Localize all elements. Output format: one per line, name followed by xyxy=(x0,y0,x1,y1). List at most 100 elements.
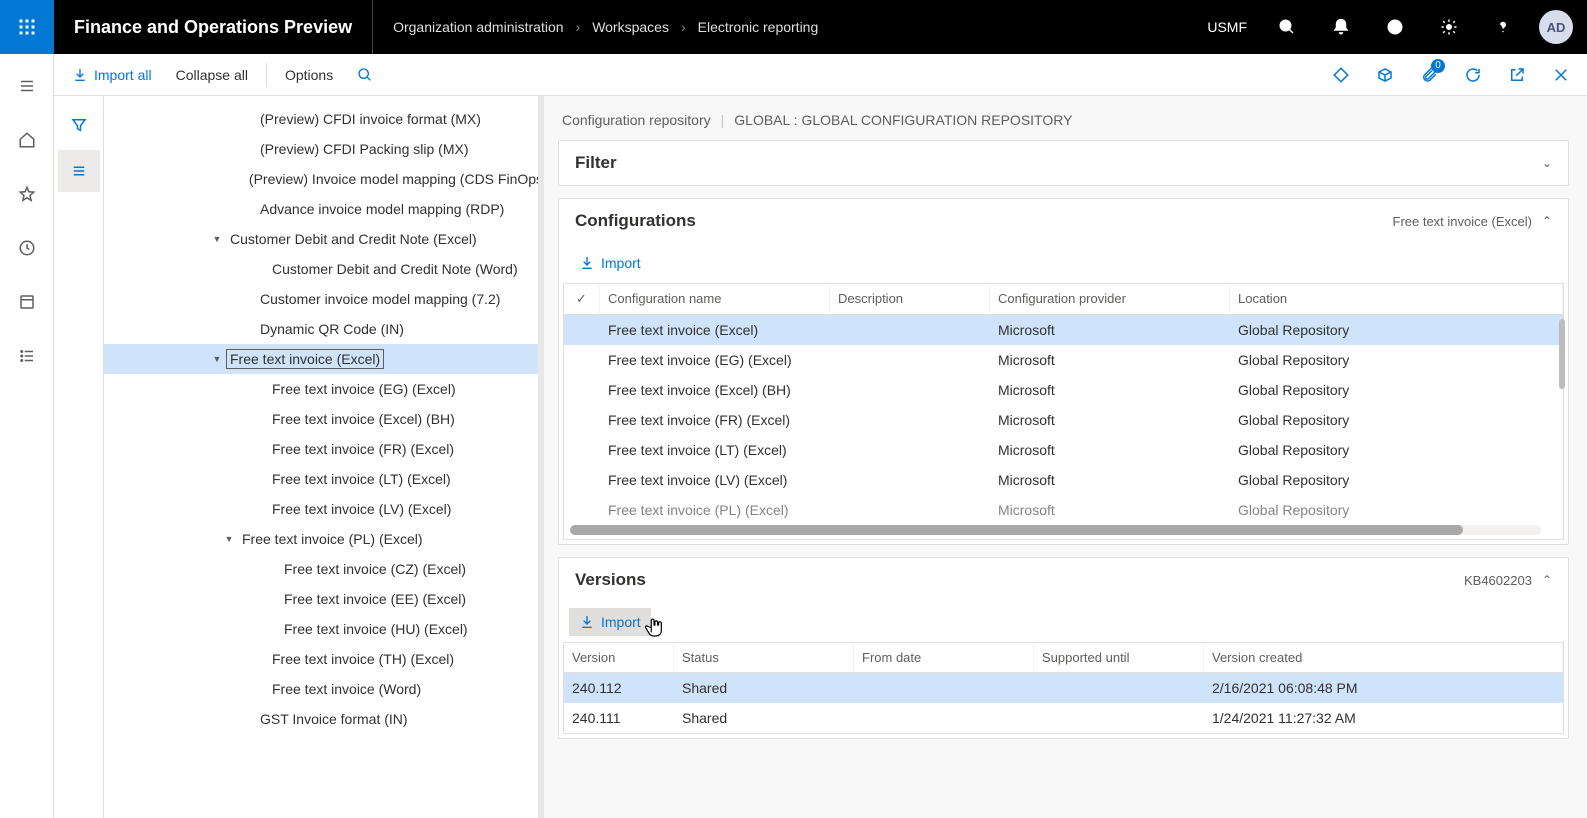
tree-item[interactable]: ▶Free text invoice (CZ) (Excel) xyxy=(104,554,538,584)
tree-item[interactable]: ▶Free text invoice (LV) (Excel) xyxy=(104,494,538,524)
tree-item[interactable]: ▶Advance invoice model mapping (RDP) xyxy=(104,194,538,224)
history-icon[interactable] xyxy=(0,228,54,268)
col-supported-until[interactable]: Supported until xyxy=(1034,643,1204,672)
table-cell xyxy=(830,495,990,525)
col-config-name[interactable]: Configuration name xyxy=(600,284,830,314)
home-icon[interactable] xyxy=(0,120,54,160)
tree-item[interactable]: ▶(Preview) CFDI invoice format (MX) xyxy=(104,104,538,134)
search-icon[interactable] xyxy=(1265,0,1309,54)
tree-item[interactable]: ▶Free text invoice (HU) (Excel) xyxy=(104,614,538,644)
tree-item[interactable]: ▶Free text invoice (EE) (Excel) xyxy=(104,584,538,614)
filter-panel-header[interactable]: Filter ⌄ xyxy=(559,141,1568,185)
versions-panel-header[interactable]: Versions KB4602203 ⌃ xyxy=(559,558,1568,602)
table-row[interactable]: 240.112Shared2/16/2021 06:08:48 PM xyxy=(564,673,1563,703)
detail-pane[interactable]: Configuration repository | GLOBAL : GLOB… xyxy=(544,96,1587,818)
tree-item[interactable]: ▶(Preview) Invoice model mapping (CDS Fi… xyxy=(104,164,538,194)
tree-item[interactable]: ▶Free text invoice (LT) (Excel) xyxy=(104,464,538,494)
content: Import all Collapse all Options 0 xyxy=(54,54,1587,818)
configs-panel-header[interactable]: Configurations Free text invoice (Excel)… xyxy=(559,199,1568,243)
table-row[interactable]: 240.111Shared1/24/2021 11:27:32 AM xyxy=(564,703,1563,733)
close-icon[interactable] xyxy=(1543,57,1579,93)
chevron-right-icon: › xyxy=(576,19,581,35)
filter-icon[interactable] xyxy=(58,104,100,146)
collapse-all-button[interactable]: Collapse all xyxy=(166,61,258,89)
gear-icon[interactable] xyxy=(1427,0,1471,54)
table-row[interactable]: Free text invoice (LV) (Excel)MicrosoftG… xyxy=(564,465,1563,495)
check-column-icon[interactable]: ✓ xyxy=(564,284,600,314)
list-icon[interactable] xyxy=(0,336,54,376)
list-view-icon[interactable] xyxy=(58,150,100,192)
tree-pane[interactable]: ▶(Preview) CFDI invoice format (MX)▶(Pre… xyxy=(104,96,544,818)
tree-item[interactable]: ▶Free text invoice (Word) xyxy=(104,674,538,704)
table-row[interactable]: Free text invoice (FR) (Excel)MicrosoftG… xyxy=(564,405,1563,435)
table-row[interactable]: Free text invoice (LT) (Excel)MicrosoftG… xyxy=(564,435,1563,465)
tree-item-label: Free text invoice (Word) xyxy=(268,679,425,699)
col-provider[interactable]: Configuration provider xyxy=(990,284,1230,314)
col-location[interactable]: Location xyxy=(1230,284,1563,314)
help-icon[interactable] xyxy=(1481,0,1525,54)
table-cell: Microsoft xyxy=(990,345,1230,375)
breadcrumb-item[interactable]: Workspaces xyxy=(592,19,669,35)
table-row[interactable]: Free text invoice (PL) (Excel)MicrosoftG… xyxy=(564,495,1563,525)
smile-icon[interactable] xyxy=(1373,0,1417,54)
table-cell xyxy=(830,435,990,465)
apps-grid-icon xyxy=(18,18,36,36)
tree-item-label: Free text invoice (LT) (Excel) xyxy=(268,469,455,489)
diamond-icon[interactable] xyxy=(1323,57,1359,93)
tree-item[interactable]: ▶Customer Debit and Credit Note (Word) xyxy=(104,254,538,284)
company-code[interactable]: USMF xyxy=(1199,19,1255,35)
tree-item[interactable]: ▶Free text invoice (TH) (Excel) xyxy=(104,644,538,674)
vertical-scrollbar[interactable] xyxy=(1559,319,1565,389)
search-icon xyxy=(357,67,373,83)
col-description[interactable]: Description xyxy=(830,284,990,314)
package-icon[interactable] xyxy=(1367,57,1403,93)
attach-icon[interactable]: 0 xyxy=(1411,57,1447,93)
popout-icon[interactable] xyxy=(1499,57,1535,93)
import-all-label: Import all xyxy=(94,67,152,83)
options-button[interactable]: Options xyxy=(275,61,343,89)
expand-arrow-icon[interactable]: ▼ xyxy=(208,234,226,244)
tree-item[interactable]: ▼Customer Debit and Credit Note (Excel) xyxy=(104,224,538,254)
waffle-icon[interactable] xyxy=(0,0,54,54)
chevron-up-icon: ⌃ xyxy=(1542,214,1552,228)
bell-icon[interactable] xyxy=(1319,0,1363,54)
import-button[interactable]: Import xyxy=(569,249,651,277)
table-row[interactable]: Free text invoice (Excel)MicrosoftGlobal… xyxy=(564,315,1563,345)
notification-badge: 0 xyxy=(1431,59,1445,73)
tree-item[interactable]: ▼Free text invoice (Excel) xyxy=(104,344,538,374)
tree-item[interactable]: ▶Customer invoice model mapping (7.2) xyxy=(104,284,538,314)
refresh-icon[interactable] xyxy=(1455,57,1491,93)
col-status[interactable]: Status xyxy=(674,643,854,672)
tree-item-label: Free text invoice (EE) (Excel) xyxy=(280,589,470,609)
import-button[interactable]: Import xyxy=(569,608,651,636)
tree-item-label: Dynamic QR Code (IN) xyxy=(256,319,408,339)
tree-item[interactable]: ▶Free text invoice (Excel) (BH) xyxy=(104,404,538,434)
table-row[interactable]: Free text invoice (Excel) (BH)MicrosoftG… xyxy=(564,375,1563,405)
table-cell: Global Repository xyxy=(1230,495,1563,525)
table-cell: Global Repository xyxy=(1230,465,1563,495)
search-button[interactable] xyxy=(347,61,383,89)
tree-item[interactable]: ▶Free text invoice (FR) (Excel) xyxy=(104,434,538,464)
menu-icon[interactable] xyxy=(0,66,54,106)
col-from-date[interactable]: From date xyxy=(854,643,1034,672)
star-icon[interactable] xyxy=(0,174,54,214)
expand-arrow-icon[interactable]: ▼ xyxy=(220,534,238,544)
col-version[interactable]: Version xyxy=(564,643,674,672)
breadcrumb-item[interactable]: Organization administration xyxy=(393,19,563,35)
horizontal-scrollbar[interactable] xyxy=(570,525,1541,535)
import-all-button[interactable]: Import all xyxy=(62,61,162,89)
breadcrumb-item[interactable]: Electronic reporting xyxy=(698,19,819,35)
tree-item[interactable]: ▼Free text invoice (PL) (Excel) xyxy=(104,524,538,554)
tree-item[interactable]: ▶Dynamic QR Code (IN) xyxy=(104,314,538,344)
tree-item-label: Customer invoice model mapping (7.2) xyxy=(256,289,504,309)
expand-arrow-icon[interactable]: ▼ xyxy=(208,354,226,364)
table-cell: Microsoft xyxy=(990,315,1230,345)
tree-item[interactable]: ▶(Preview) CFDI Packing slip (MX) xyxy=(104,134,538,164)
tree-item[interactable]: ▶GST Invoice format (IN) xyxy=(104,704,538,734)
repo-header: Configuration repository | GLOBAL : GLOB… xyxy=(558,96,1569,140)
tree-item[interactable]: ▶Free text invoice (EG) (Excel) xyxy=(104,374,538,404)
module-icon[interactable] xyxy=(0,282,54,322)
table-row[interactable]: Free text invoice (EG) (Excel)MicrosoftG… xyxy=(564,345,1563,375)
avatar[interactable]: AD xyxy=(1539,10,1573,44)
col-version-created[interactable]: Version created xyxy=(1204,643,1563,672)
